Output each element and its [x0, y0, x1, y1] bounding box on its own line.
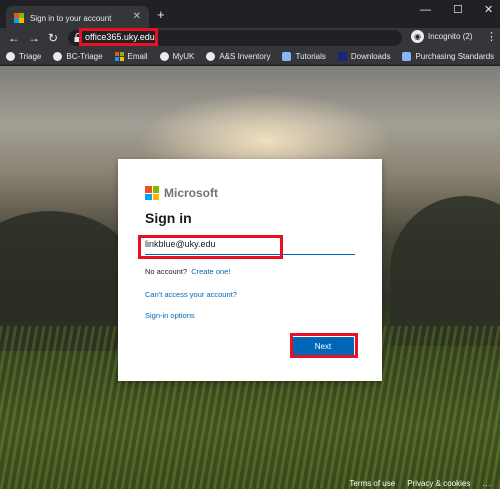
microsoft-wordmark: Microsoft: [164, 186, 218, 200]
bookmark-circle-icon: [6, 51, 15, 61]
no-account-text: No account?: [145, 267, 188, 276]
bookmark-tutorials[interactable]: Tutorials: [282, 51, 326, 61]
bookmark-label: Downloads: [350, 51, 391, 61]
page-footer: Terms of use Privacy & cookies ...: [337, 477, 500, 489]
microsoft-logo: Microsoft: [145, 186, 218, 200]
bookmark-myuk[interactable]: MyUK: [159, 51, 195, 61]
incognito-label: Incognito (2): [428, 32, 473, 41]
hill-right: [390, 196, 500, 346]
browser-menu-icon[interactable]: ⋮: [486, 31, 497, 43]
bookmark-circle-icon: [53, 51, 63, 61]
tab-close-icon[interactable]: ✕: [133, 11, 141, 23]
bookmark-label: Triage: [19, 51, 42, 61]
create-account-link[interactable]: Create one!: [191, 267, 230, 276]
doc-icon: [402, 51, 412, 61]
bookmarks-bar: Triage BC-Triage Email MyUK A&S Inventor…: [0, 48, 500, 65]
email-highlight-box: [138, 235, 283, 259]
bookmark-circle-icon: [206, 51, 216, 61]
more-options-icon[interactable]: ...: [482, 479, 492, 488]
sign-in-options-link[interactable]: Sign-in options: [145, 311, 195, 320]
bookmark-triage[interactable]: Triage: [6, 51, 42, 61]
maximize-icon[interactable]: ☐: [453, 4, 463, 16]
bookmark-bc-triage[interactable]: BC-Triage: [53, 51, 103, 61]
bookmark-label: Purchasing Standards: [415, 51, 495, 61]
mail-icon: [114, 51, 124, 61]
minimize-icon[interactable]: —: [420, 4, 431, 16]
tab-strip: Sign in to your account ✕ + — ☐ ✕: [0, 0, 500, 30]
tab-title: Sign in to your account: [30, 13, 112, 23]
cant-access-link[interactable]: Can't access your account?: [145, 290, 237, 299]
next-highlight-box: [290, 333, 358, 358]
bookmark-purchasing-standards[interactable]: Purchasing Standards: [402, 51, 495, 61]
bookmark-label: Email: [127, 51, 148, 61]
close-window-icon[interactable]: ✕: [484, 4, 493, 16]
privacy-link[interactable]: Privacy & cookies: [407, 479, 470, 488]
url-text[interactable]: office365.uky.edu: [85, 31, 155, 43]
microsoft-icon: [145, 186, 159, 200]
bookmark-downloads[interactable]: Downloads: [337, 51, 391, 61]
forward-icon[interactable]: →: [28, 31, 40, 45]
no-account-row: No account? Create one!: [145, 267, 230, 276]
bookmark-circle-icon: [159, 51, 169, 61]
bookmark-label: MyUK: [172, 51, 195, 61]
doc-icon: [282, 51, 292, 61]
bookmark-email[interactable]: Email: [114, 51, 148, 61]
page-title: Sign in: [145, 210, 192, 226]
tab-sign-in[interactable]: Sign in to your account ✕: [6, 6, 149, 30]
back-icon[interactable]: ←: [8, 31, 20, 45]
microsoft-icon: [14, 13, 24, 23]
bookmark-label: BC-Triage: [66, 51, 103, 61]
windows-icon: [337, 51, 347, 61]
bookmark-label: A&S Inventory: [219, 51, 271, 61]
incognito-badge[interactable]: ◉ Incognito (2): [411, 30, 472, 43]
bookmark-as-inventory[interactable]: A&S Inventory: [206, 51, 271, 61]
reload-icon[interactable]: ↻: [48, 31, 58, 45]
new-tab-button[interactable]: +: [157, 8, 165, 22]
bookmark-label: Tutorials: [295, 51, 326, 61]
incognito-icon: ◉: [411, 30, 424, 43]
terms-link[interactable]: Terms of use: [349, 479, 395, 488]
